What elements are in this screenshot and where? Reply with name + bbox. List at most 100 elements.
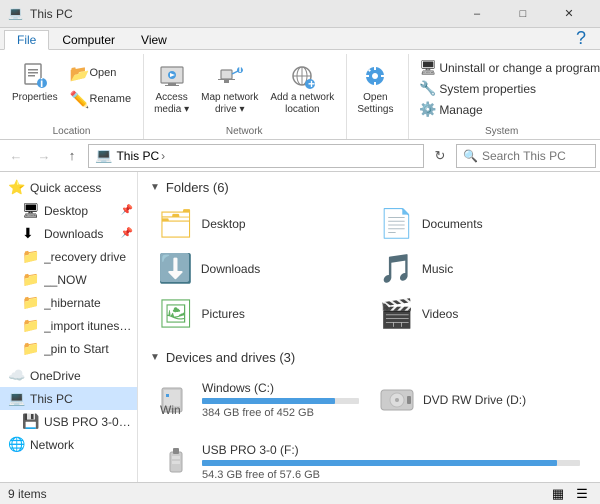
up-button[interactable]: ↑ bbox=[60, 144, 84, 168]
usb-label: USB PRO 3-0 (F:) bbox=[44, 415, 133, 429]
sidebar-item-hibernate[interactable]: 📁 _hibernate bbox=[0, 291, 137, 314]
folder-videos-label: Videos bbox=[422, 307, 458, 321]
desktop-icon: 🖥 bbox=[22, 202, 40, 219]
add-network-button[interactable]: + Add a networklocation bbox=[266, 58, 338, 118]
system-group-content: 🖥 Uninstall or change a program 🔧 System… bbox=[415, 54, 588, 119]
sidebar-item-network[interactable]: 🌐 Network bbox=[0, 433, 137, 456]
rename-button[interactable]: ✏️ Rename bbox=[66, 88, 136, 112]
import-itunes-icon: 📁 bbox=[22, 317, 40, 334]
properties-icon: i bbox=[19, 60, 51, 92]
access-media-icon bbox=[156, 60, 188, 92]
folder-desktop[interactable]: 🗂 Desktop bbox=[150, 203, 367, 244]
search-input[interactable] bbox=[482, 149, 589, 163]
tab-file[interactable]: File bbox=[4, 30, 49, 50]
folder-documents-icon: 📄 bbox=[379, 207, 414, 240]
settings-group-content: OpenSettings bbox=[353, 54, 400, 135]
properties-button[interactable]: i Properties bbox=[8, 58, 62, 106]
location-label: Location bbox=[8, 124, 135, 139]
forward-button[interactable]: → bbox=[32, 144, 56, 168]
svg-text:+: + bbox=[308, 77, 315, 90]
sidebar-item-onedrive[interactable]: ☁️ OneDrive bbox=[0, 364, 137, 387]
folder-videos[interactable]: 🎬 Videos bbox=[371, 293, 588, 334]
now-label: __NOW bbox=[44, 273, 133, 287]
sidebar-item-now[interactable]: 📁 __NOW bbox=[0, 268, 137, 291]
open-settings-icon bbox=[359, 60, 391, 92]
ribbon: i Properties 📂 Open ✏️ Rename Location bbox=[0, 50, 600, 140]
system-label: System bbox=[415, 124, 588, 139]
desktop-label: Desktop bbox=[44, 204, 117, 218]
path-sep: › bbox=[161, 149, 165, 163]
open-settings-label: OpenSettings bbox=[357, 92, 393, 116]
sidebar: ⭐ Quick access 🖥 Desktop 📌 ⬇ Downloads 📌… bbox=[0, 172, 138, 482]
drive-d-icon bbox=[379, 382, 415, 418]
sidebar-item-recovery[interactable]: 📁 _recovery drive bbox=[0, 245, 137, 268]
map-network-button[interactable]: N Map networkdrive ▾ bbox=[197, 58, 262, 118]
recovery-label: _recovery drive bbox=[44, 250, 133, 264]
open-settings-button[interactable]: OpenSettings bbox=[353, 58, 397, 118]
drive-f-info: USB PRO 3-0 (F:) 54.3 GB free of 57.6 GB bbox=[202, 443, 580, 481]
folder-documents[interactable]: 📄 Documents bbox=[371, 203, 588, 244]
drive-dvd-d[interactable]: DVD RW Drive (D:) bbox=[371, 373, 588, 427]
quick-access-icon: ⭐ bbox=[8, 179, 26, 196]
folder-music-icon: 🎵 bbox=[379, 252, 414, 285]
sidebar-item-quick-access[interactable]: ⭐ Quick access bbox=[0, 176, 137, 199]
open-button[interactable]: 📂 Open bbox=[66, 62, 136, 86]
minimize-button[interactable]: – bbox=[454, 0, 500, 28]
downloads-label: Downloads bbox=[44, 227, 117, 241]
drive-f-free: 54.3 GB free of 57.6 GB bbox=[202, 469, 580, 481]
access-media-button[interactable]: Accessmedia ▾ bbox=[150, 58, 193, 118]
sidebar-item-import-itunes[interactable]: 📁 _import itunes groo bbox=[0, 314, 137, 337]
folder-downloads-icon: ⬇️ bbox=[158, 252, 193, 285]
folder-music[interactable]: 🎵 Music bbox=[371, 248, 588, 289]
drive-d-info: DVD RW Drive (D:) bbox=[423, 393, 580, 407]
folder-downloads[interactable]: ⬇️ Downloads bbox=[150, 248, 367, 289]
network-group-content: Accessmedia ▾ N Map networkdrive ▾ bbox=[150, 54, 338, 124]
window-title: This PC bbox=[30, 7, 454, 21]
folder-pictures-label: Pictures bbox=[202, 307, 245, 321]
uninstall-label: Uninstall or change a program bbox=[439, 61, 600, 75]
address-path: This PC › bbox=[116, 149, 165, 163]
devices-section-header[interactable]: ▼ Devices and drives (3) bbox=[150, 350, 588, 365]
add-network-label: Add a networklocation bbox=[270, 92, 334, 116]
onedrive-label: OneDrive bbox=[30, 369, 133, 383]
location-group: i Properties 📂 Open ✏️ Rename Location bbox=[4, 54, 144, 139]
sidebar-item-desktop[interactable]: 🖥 Desktop 📌 bbox=[0, 199, 137, 222]
drive-windows-c[interactable]: Win Windows (C:) 384 GB free of 452 GB bbox=[150, 373, 367, 427]
this-pc-icon: 💻 bbox=[8, 390, 26, 407]
add-network-icon: + bbox=[286, 60, 318, 92]
uninstall-button[interactable]: 🖥 Uninstall or change a program bbox=[415, 58, 588, 77]
sidebar-item-usb[interactable]: 💾 USB PRO 3-0 (F:) bbox=[0, 410, 137, 433]
tab-view[interactable]: View bbox=[128, 29, 180, 49]
back-button[interactable]: ← bbox=[4, 144, 28, 168]
svg-text:N: N bbox=[238, 62, 244, 75]
search-box[interactable]: 🔍 bbox=[456, 144, 596, 168]
refresh-button[interactable]: ↻ bbox=[428, 144, 452, 168]
list-view-button[interactable]: ☰ bbox=[572, 484, 592, 504]
help-icon[interactable]: ? bbox=[576, 28, 586, 49]
drive-d-name: DVD RW Drive (D:) bbox=[423, 393, 580, 407]
devices-label: Devices and drives (3) bbox=[166, 350, 295, 365]
folders-section-header[interactable]: ▼ Folders (6) bbox=[150, 180, 588, 195]
open-label: Open bbox=[90, 67, 117, 80]
this-pc-label: This PC bbox=[30, 392, 133, 406]
grid-view-button[interactable]: ▦ bbox=[548, 484, 568, 504]
close-button[interactable]: ✕ bbox=[546, 0, 592, 28]
folder-pictures[interactable]: 🖼 Pictures bbox=[150, 293, 367, 334]
drive-c-free: 384 GB free of 452 GB bbox=[202, 407, 359, 419]
drive-f-bar-bg bbox=[202, 460, 580, 466]
drive-f-bar-fill bbox=[202, 460, 557, 466]
folders-label: Folders (6) bbox=[166, 180, 229, 195]
address-box[interactable]: 💻 This PC › bbox=[88, 144, 424, 168]
sidebar-item-downloads[interactable]: ⬇ Downloads 📌 bbox=[0, 222, 137, 245]
drive-usb-f[interactable]: USB PRO 3-0 (F:) 54.3 GB free of 57.6 GB bbox=[150, 435, 588, 482]
sidebar-item-pin-to-start[interactable]: 📁 _pin to Start bbox=[0, 337, 137, 360]
system-props-label: System properties bbox=[439, 82, 536, 96]
tab-computer[interactable]: Computer bbox=[49, 29, 128, 49]
manage-button[interactable]: ⚙️ Manage bbox=[415, 100, 588, 119]
folder-music-label: Music bbox=[422, 262, 453, 276]
network-icon: 🌐 bbox=[8, 436, 26, 453]
maximize-button[interactable]: □ bbox=[500, 0, 546, 28]
import-itunes-label: _import itunes groo bbox=[44, 319, 133, 333]
sidebar-item-this-pc[interactable]: 💻 This PC bbox=[0, 387, 137, 410]
system-props-button[interactable]: 🔧 System properties bbox=[415, 79, 588, 98]
